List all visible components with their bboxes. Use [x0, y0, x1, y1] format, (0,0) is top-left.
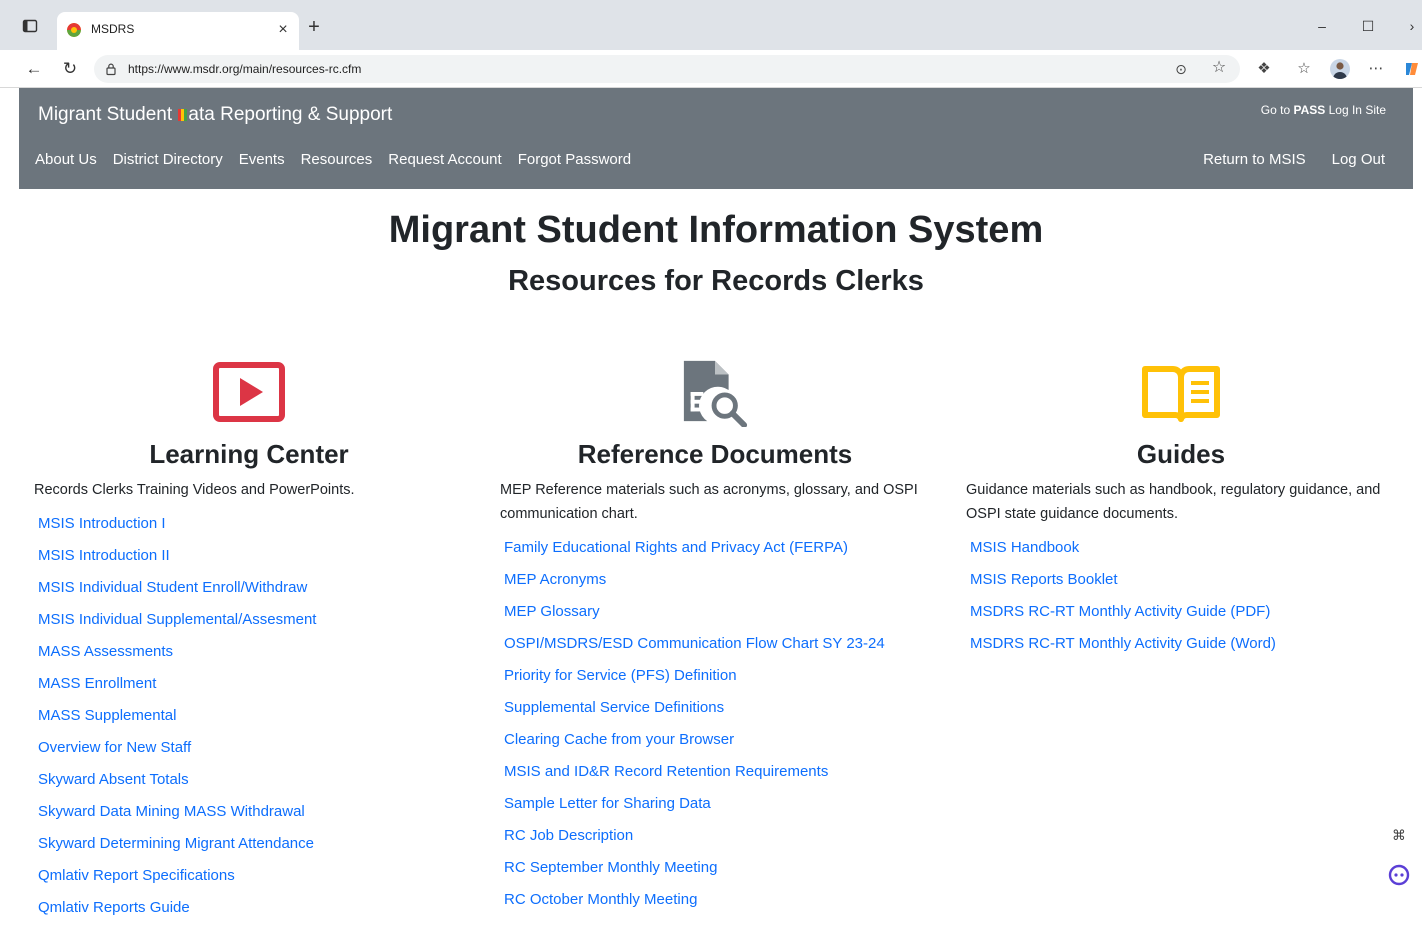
more-icon[interactable]: ⋯ — [1366, 59, 1386, 79]
nav-events[interactable]: Events — [239, 151, 285, 168]
assistant-icon[interactable] — [1386, 862, 1412, 888]
resource-link[interactable]: Qmlativ Report Specifications — [38, 866, 464, 898]
document-search-icon — [683, 360, 748, 427]
browser-window: MSDRS × + – ☐ › ← ↻ https://www.msdr.org… — [0, 0, 1422, 937]
guides-description: Guidance materials such as handbook, reg… — [966, 482, 1381, 522]
resource-link[interactable]: OSPI/MSDRS/ESD Communication Flow Chart … — [504, 634, 930, 666]
guides-links: MSIS Handbook MSIS Reports Booklet MSDRS… — [966, 538, 1396, 666]
star-icon[interactable]: ☆ — [1210, 59, 1228, 77]
site-header: Migrant Student ata Reporting & Support … — [19, 88, 1413, 189]
profile-avatar-icon[interactable] — [1330, 59, 1350, 79]
learning-center-description: Records Clerks Training Videos and Power… — [34, 482, 355, 498]
resource-link[interactable]: MSIS and ID&R Record Retention Requireme… — [504, 762, 930, 794]
nav-district-directory[interactable]: District Directory — [113, 151, 223, 168]
resource-link[interactable]: MSIS Handbook — [970, 538, 1396, 570]
page-subtitle: Resources for Records Clerks — [508, 265, 924, 297]
video-play-icon — [213, 362, 285, 422]
refresh-icon[interactable]: ↻ — [60, 59, 80, 79]
nav-log-out[interactable]: Log Out — [1332, 151, 1385, 168]
reference-documents-heading: Reference Documents — [577, 439, 853, 469]
resource-link[interactable]: MSIS Individual Student Enroll/Withdraw — [38, 578, 464, 610]
copilot-icon[interactable] — [1402, 59, 1422, 79]
lock-icon[interactable] — [104, 62, 118, 76]
resource-link[interactable]: MSIS Individual Supplemental/Assesment — [38, 610, 464, 642]
learning-center-section: Learning Center Records Clerks Training … — [34, 357, 464, 930]
nav-request-account[interactable]: Request Account — [388, 151, 501, 168]
resource-link[interactable]: Family Educational Rights and Privacy Ac… — [504, 538, 930, 570]
reference-documents-section: Reference Documents MEP Reference materi… — [500, 357, 930, 922]
page-content: Migrant Student Information System Resou… — [19, 189, 1413, 937]
reference-documents-description: MEP Reference materials such as acronyms… — [500, 482, 918, 522]
address-bar[interactable]: https://www.msdr.org/main/resources-rc.c… — [94, 55, 1240, 83]
nav-resources[interactable]: Resources — [301, 151, 373, 168]
resource-link[interactable]: MASS Assessments — [38, 642, 464, 674]
resource-link[interactable]: Overview for New Staff — [38, 738, 464, 770]
tab-strip: MSDRS × + – ☐ › — [0, 0, 1422, 50]
tab-title: MSDRS — [91, 22, 135, 36]
learning-center-heading: Learning Center — [149, 439, 349, 469]
resource-link[interactable]: MSIS Introduction II — [38, 546, 464, 578]
close-icon[interactable]: × — [275, 22, 291, 38]
url-text[interactable]: https://www.msdr.org/main/resources-rc.c… — [128, 62, 361, 76]
learning-center-links: MSIS Introduction I MSIS Introduction II… — [34, 514, 464, 930]
nav-about-us[interactable]: About Us — [35, 151, 97, 168]
pass-login-link[interactable]: Go to PASS Log In Site — [1261, 103, 1386, 117]
resource-link[interactable]: RC October Monthly Meeting — [504, 890, 930, 922]
pass-bold: PASS — [1293, 103, 1326, 117]
resource-link[interactable]: MEP Glossary — [504, 602, 930, 634]
resource-link[interactable]: MSDRS RC-RT Monthly Activity Guide (PDF) — [970, 602, 1396, 634]
resource-link[interactable]: MASS Supplemental — [38, 706, 464, 738]
resource-link[interactable]: RC September Monthly Meeting — [504, 858, 930, 890]
account-nav: Return to MSIS Log Out — [1203, 151, 1385, 168]
main-nav: About Us District Directory Events Resou… — [35, 151, 631, 168]
resource-link[interactable]: MSIS Introduction I — [38, 514, 464, 546]
resource-link[interactable]: Qmlativ Reports Guide — [38, 898, 464, 930]
resource-link[interactable]: MSIS Reports Booklet — [970, 570, 1396, 602]
reader-mode-icon[interactable]: ⊙ — [1172, 60, 1190, 78]
resource-link[interactable]: MEP Acronyms — [504, 570, 930, 602]
page-title: Migrant Student Information System — [388, 209, 1044, 251]
guides-section: Guides Guidance materials such as handbo… — [966, 357, 1396, 666]
resource-link[interactable]: Priority for Service (PFS) Definition — [504, 666, 930, 698]
resource-link[interactable]: Skyward Determining Migrant Attendance — [38, 834, 464, 866]
brand-logo-icon — [178, 109, 188, 121]
tab-actions-icon[interactable] — [22, 18, 38, 34]
favorites-icon[interactable]: ☆ — [1294, 59, 1314, 79]
guides-heading: Guides — [1136, 439, 1226, 469]
nav-return-to-msis[interactable]: Return to MSIS — [1203, 151, 1306, 168]
apps-grid-icon[interactable]: ⌘ — [1386, 822, 1412, 848]
brand-suffix: ata Reporting & Support — [188, 104, 393, 125]
nav-forgot-password[interactable]: Forgot Password — [518, 151, 631, 168]
address-row: ← ↻ https://www.msdr.org/main/resources-… — [0, 50, 1422, 88]
open-book-icon — [1142, 366, 1220, 422]
maximize-icon[interactable]: ☐ — [1360, 18, 1376, 34]
site-brand[interactable]: Migrant Student ata Reporting & Support — [38, 104, 392, 126]
browser-tab[interactable]: MSDRS × — [57, 12, 299, 50]
resource-link[interactable]: MASS Enrollment — [38, 674, 464, 706]
extensions-icon[interactable]: ❖ — [1254, 59, 1274, 79]
resource-link[interactable]: MSDRS RC-RT Monthly Activity Guide (Word… — [970, 634, 1396, 666]
back-arrow-icon[interactable]: ← — [24, 59, 44, 79]
brand-prefix: Migrant Student — [38, 104, 178, 125]
site-favicon-icon — [67, 23, 81, 37]
resource-link[interactable]: Clearing Cache from your Browser — [504, 730, 930, 762]
pass-prefix: Go to — [1260, 103, 1294, 117]
resource-link[interactable]: RC Job Description — [504, 826, 930, 858]
window-close-icon[interactable]: › — [1404, 18, 1420, 34]
resource-link[interactable]: Skyward Absent Totals — [38, 770, 464, 802]
plus-icon[interactable]: + — [304, 17, 324, 38]
resource-link[interactable]: Sample Letter for Sharing Data — [504, 794, 930, 826]
resource-link[interactable]: Supplemental Service Definitions — [504, 698, 930, 730]
reference-documents-links: Family Educational Rights and Privacy Ac… — [500, 538, 930, 922]
resource-link[interactable]: Skyward Data Mining MASS Withdrawal — [38, 802, 464, 834]
minimize-icon[interactable]: – — [1314, 18, 1330, 34]
pass-suffix: Log In Site — [1325, 103, 1386, 117]
